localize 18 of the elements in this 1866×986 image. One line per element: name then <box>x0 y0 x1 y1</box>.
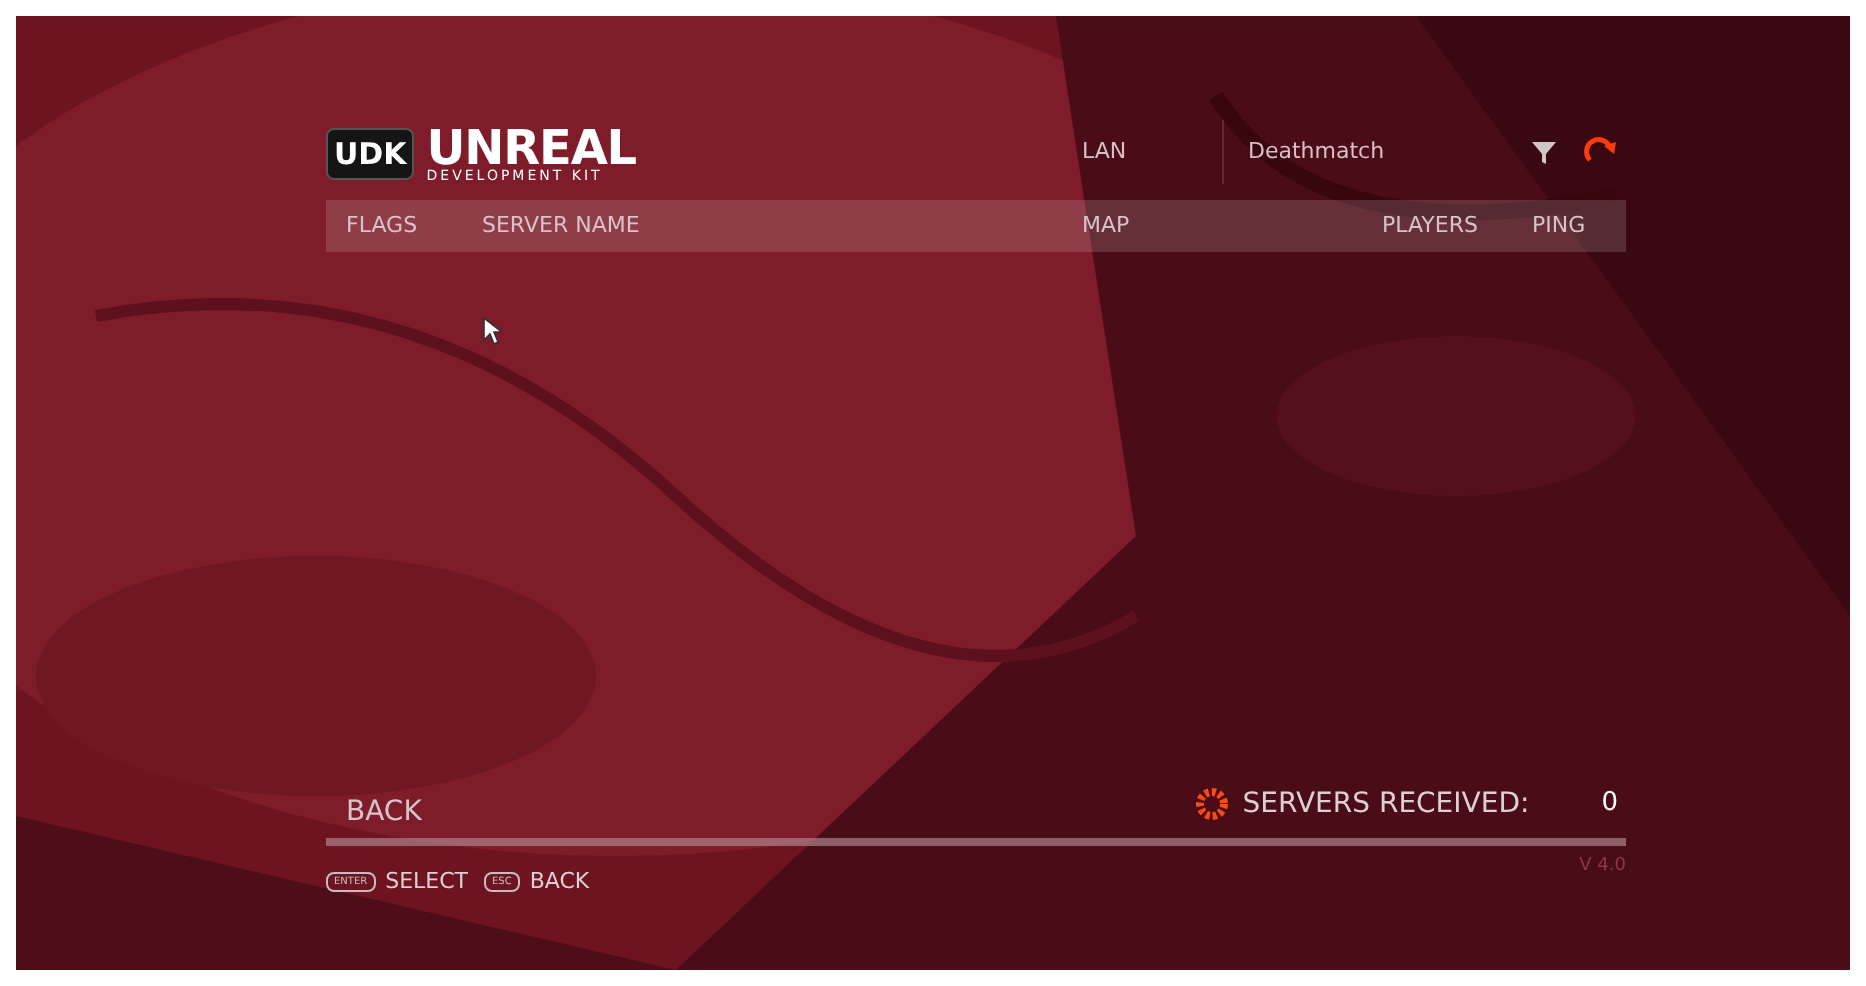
filter-icon[interactable] <box>1530 138 1558 166</box>
cursor-icon <box>482 316 502 346</box>
hint-label: BACK <box>529 865 590 897</box>
back-button[interactable]: BACK <box>346 791 422 833</box>
logo-title: UNREAL <box>426 124 636 172</box>
column-header[interactable]: SERVER NAME <box>482 209 1082 243</box>
servers-received-count: 0 <box>1601 786 1618 823</box>
column-header[interactable]: PING <box>1532 209 1586 243</box>
column-header[interactable]: PLAYERS <box>1382 209 1532 243</box>
spinner-icon <box>1194 786 1231 822</box>
column-header[interactable]: MAP <box>1082 209 1382 243</box>
filter-dropdown[interactable]: Deathmatch <box>1222 120 1522 184</box>
column-header[interactable]: FLAGS <box>346 209 482 243</box>
filter-dropdown[interactable]: LAN <box>1066 120 1222 184</box>
hint-label: SELECT <box>385 865 469 897</box>
version-label: V 4.0 <box>1579 853 1626 879</box>
logo-badge: UDK <box>326 128 415 180</box>
servers-received-label: SERVERS RECEIVED: <box>1242 785 1530 823</box>
